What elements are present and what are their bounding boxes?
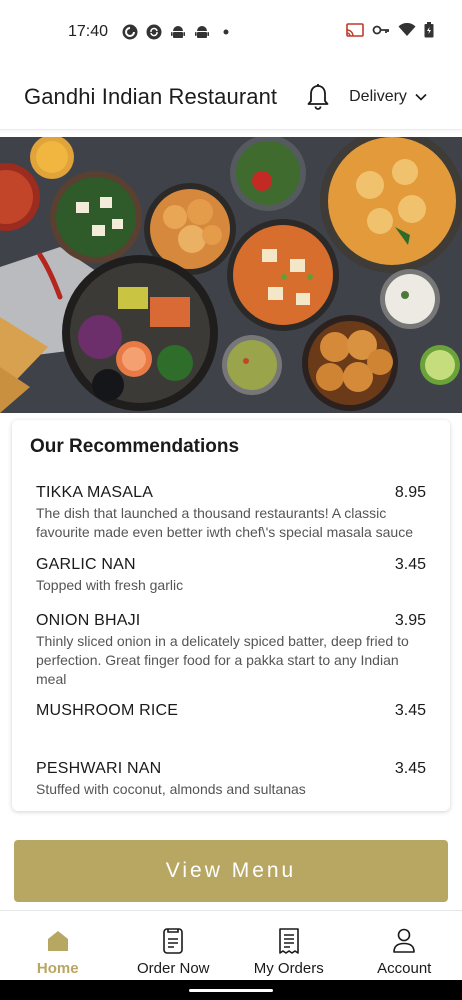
account-icon	[390, 927, 418, 955]
nav-label-home: Home	[36, 960, 79, 977]
item-price: 8.95	[394, 484, 426, 501]
sync-icon	[146, 24, 162, 40]
battery-icon	[424, 21, 434, 43]
bell-icon[interactable]	[305, 83, 331, 111]
bottom-nav: Home Order Now My Orders Account	[0, 910, 462, 980]
app-bar: Gandhi Indian Restaurant Delivery	[0, 64, 462, 130]
vpn-key-icon	[372, 23, 390, 41]
status-bar: 17:40	[0, 0, 462, 64]
item-name: MUSHROOM RICE	[36, 702, 179, 719]
recommendation-item[interactable]: TIKKA MASALA 8.95 The dish that launched…	[30, 484, 426, 556]
android-icon	[194, 24, 210, 40]
recommendations-title: Our Recommendations	[30, 436, 240, 457]
wifi-icon	[398, 22, 416, 42]
nav-item-home[interactable]: Home	[0, 911, 116, 980]
home-gesture-handle[interactable]	[189, 989, 273, 992]
nav-label-order-now: Order Now	[136, 960, 210, 977]
pocket-casts-icon	[122, 24, 138, 40]
order-icon	[159, 927, 187, 955]
page-title: Gandhi Indian Restaurant	[24, 83, 278, 109]
status-system-icons	[346, 21, 434, 43]
item-price: 3.45	[394, 702, 426, 719]
nav-item-account[interactable]: Account	[347, 911, 462, 980]
recommendation-item[interactable]: MUSHROOM RICE 3.45	[30, 702, 426, 760]
cast-icon	[346, 22, 364, 42]
item-name: TIKKA MASALA	[36, 484, 154, 501]
item-price: 3.45	[394, 760, 426, 777]
status-time: 17:40	[68, 23, 109, 40]
nav-label-my-orders: My Orders	[253, 960, 324, 977]
delivery-selector[interactable]: Delivery	[349, 88, 427, 106]
chevron-down-icon	[415, 88, 427, 106]
item-name: GARLIC NAN	[36, 556, 136, 573]
recommendation-item[interactable]: ONION BHAJI 3.95 Thinly sliced onion in …	[30, 612, 426, 702]
item-price: 3.95	[394, 612, 426, 629]
home-icon	[44, 927, 72, 955]
item-name: PESHWARI NAN	[36, 760, 162, 777]
item-description: Stuffed with coconut, almonds and sultan…	[36, 781, 306, 797]
android-icon	[170, 24, 186, 40]
item-price: 3.45	[394, 556, 426, 573]
nav-item-order-now[interactable]: Order Now	[116, 911, 232, 980]
delivery-label: Delivery	[349, 87, 407, 105]
recommendations-card: Our Recommendations TIKKA MASALA 8.95 Th…	[12, 420, 450, 811]
recommendation-item[interactable]: PESHWARI NAN 3.45 Stuffed with coconut, …	[30, 760, 426, 804]
item-description: Topped with fresh garlic	[36, 577, 184, 593]
nav-label-account: Account	[377, 960, 432, 977]
nav-item-my-orders[interactable]: My Orders	[231, 911, 347, 980]
receipt-icon	[275, 927, 303, 955]
status-notification-icons	[122, 24, 234, 40]
view-menu-button[interactable]: View Menu	[14, 840, 448, 902]
item-description: The dish that launched a thousand restau…	[36, 505, 413, 540]
hero-food-image	[0, 137, 462, 413]
item-name: ONION BHAJI	[36, 612, 141, 629]
item-description: Thinly sliced onion in a delicately spic…	[36, 633, 409, 687]
system-nav-bar	[0, 980, 462, 1000]
dot-icon	[218, 24, 234, 40]
recommendation-item[interactable]: GARLIC NAN 3.45 Topped with fresh garlic	[30, 556, 426, 612]
